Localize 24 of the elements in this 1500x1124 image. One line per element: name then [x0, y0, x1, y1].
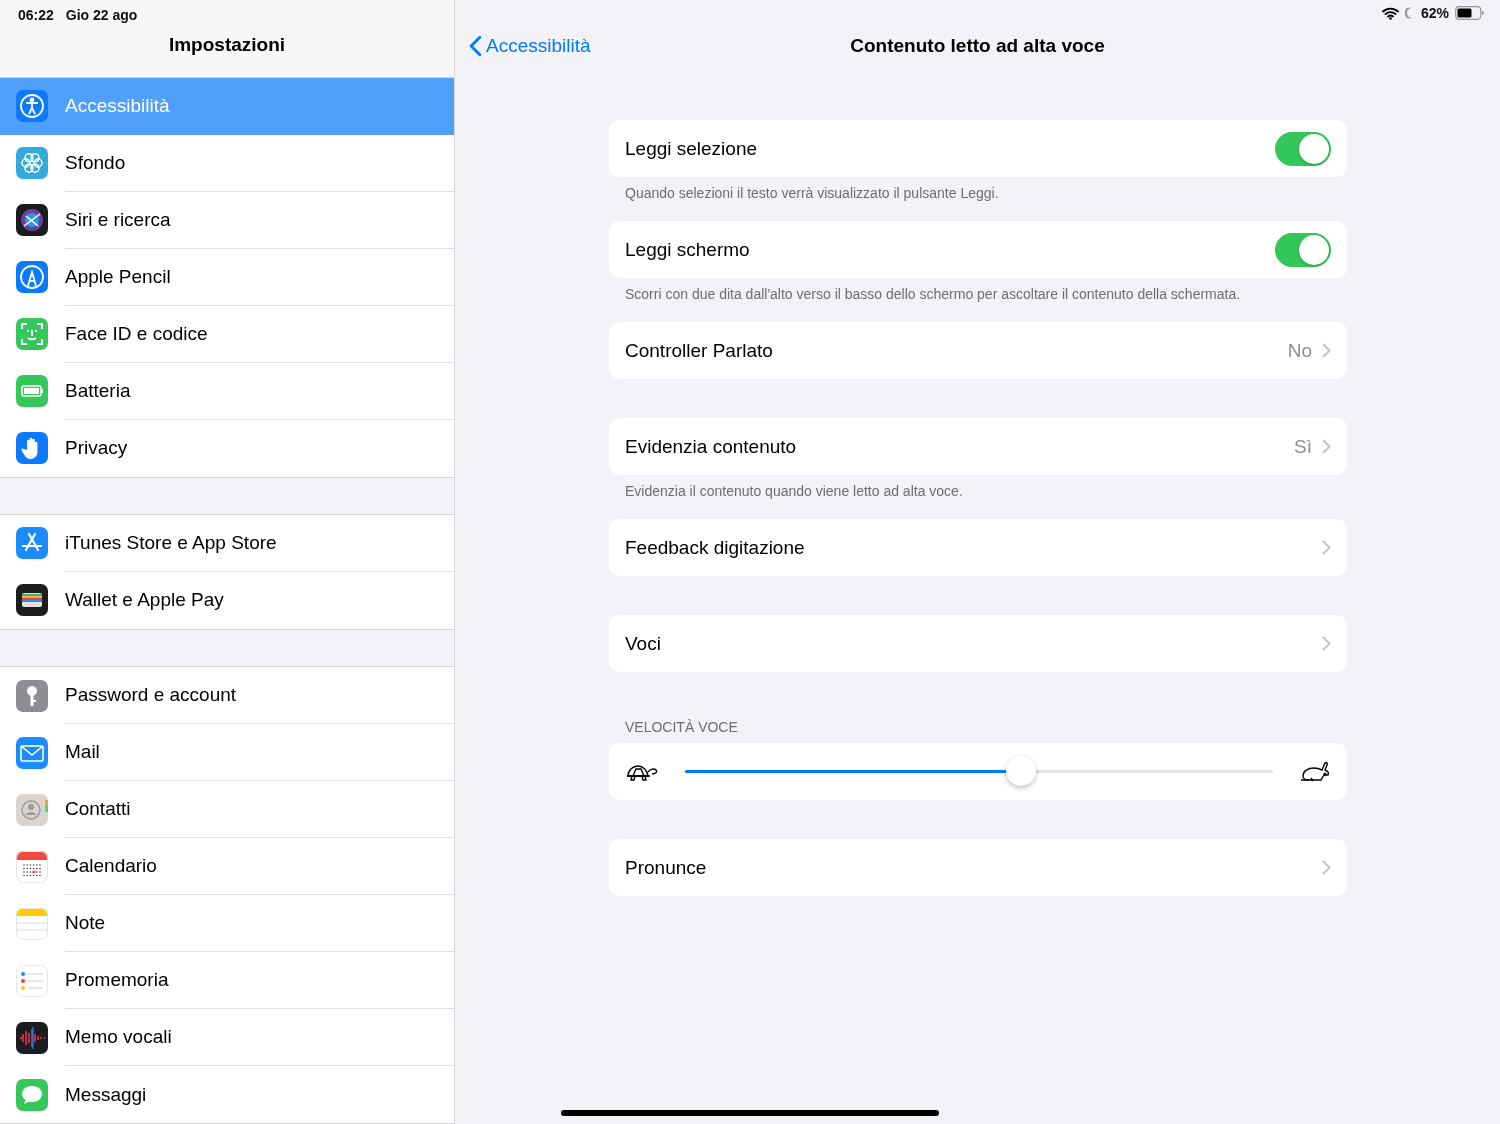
- row-label: Evidenzia contenuto: [625, 435, 798, 458]
- row-label: Leggi schermo: [625, 238, 751, 261]
- row-label: Pronunce: [625, 856, 708, 879]
- row-value: No: [1287, 339, 1312, 362]
- section-footer: Evidenzia il contenuto quando viene letto ad alta voce.: [609, 475, 1347, 519]
- status-time: 06:22: [18, 7, 54, 23]
- row-label: Leggi selezione: [625, 137, 759, 160]
- row-label: Voci: [625, 632, 662, 655]
- row-value: Sì: [1294, 435, 1312, 458]
- settings-row[interactable]: Voci: [609, 615, 1347, 672]
- back-button[interactable]: Accessibilità: [469, 35, 591, 57]
- section-footer: Quando selezioni il testo verrà visualizzato il pulsante Leggi.: [609, 177, 1347, 221]
- row-label: Feedback digitazione: [625, 536, 806, 559]
- status-date: Gio 22 ago: [65, 7, 138, 23]
- battery-percent: 62%: [1420, 5, 1449, 21]
- page-title: Contenuto letto ad alta voce: [850, 35, 1105, 56]
- settings-row[interactable]: Controller Parlato No: [609, 322, 1347, 379]
- settings-row[interactable]: Evidenzia contenuto Sì: [609, 418, 1347, 475]
- row-label: Controller Parlato: [625, 339, 774, 362]
- section-footer: Scorri con due dita dall'alto verso il basso dello schermo per ascoltare il contenuto della schermata.: [609, 278, 1347, 322]
- settings-row[interactable]: Pronunce: [609, 839, 1347, 896]
- sidebar-title: Impostazioni: [167, 34, 287, 56]
- settings-row[interactable]: Feedback digitazione: [609, 519, 1347, 576]
- section-header: VELOCITÀ VOCE: [624, 719, 739, 737]
